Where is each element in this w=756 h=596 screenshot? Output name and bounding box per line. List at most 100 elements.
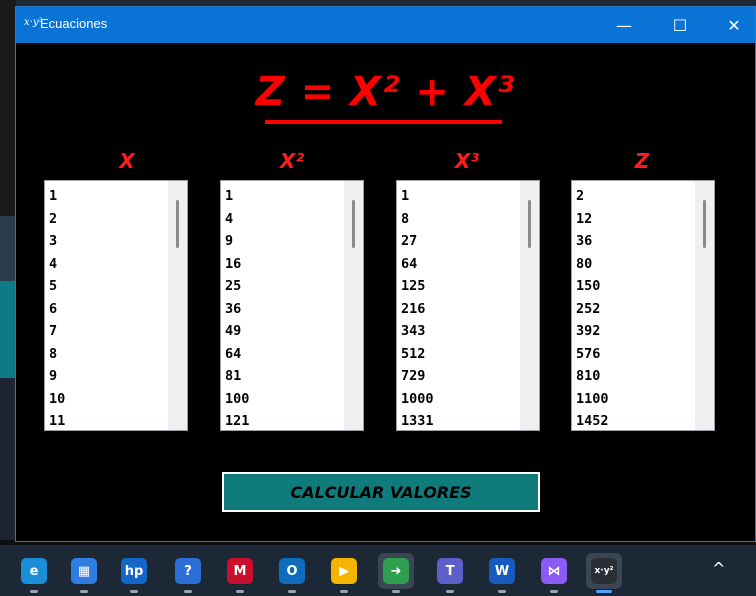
window-title: Ecuaciones	[40, 16, 108, 31]
ecuaciones-app-icon: x·y²	[591, 558, 617, 584]
list-item[interactable]: 25	[225, 275, 249, 298]
list-item[interactable]: 1	[401, 185, 434, 208]
list-item[interactable]: 7	[49, 320, 65, 343]
scroll-thumb[interactable]	[528, 200, 531, 248]
help-icon: ?	[175, 558, 201, 584]
title-bar[interactable]: x·y² Ecuaciones — ☐ ✕	[16, 7, 755, 43]
list-item[interactable]: 6	[49, 298, 65, 321]
list-item[interactable]: 252	[576, 298, 609, 321]
listbox-z-items: 2 12 36 80 150 252 392 576 810 1100 1452	[576, 185, 609, 430]
taskbar-button[interactable]: M	[222, 553, 258, 593]
list-item[interactable]: 5	[49, 275, 65, 298]
mcafee-icon: M	[227, 558, 253, 584]
listbox-x-scrollbar[interactable]	[168, 181, 187, 430]
list-item[interactable]: 2	[49, 208, 65, 231]
list-item[interactable]: 8	[49, 343, 65, 366]
list-item[interactable]: 2	[576, 185, 609, 208]
listbox-x3[interactable]: 1 8 27 64 125 216 343 512 729 1000 1331	[396, 180, 540, 431]
listbox-z-scrollbar[interactable]	[695, 181, 714, 430]
taskbar-button[interactable]: ▶	[326, 553, 362, 593]
list-item[interactable]: 125	[401, 275, 434, 298]
taskbar-button[interactable]: W	[484, 553, 520, 593]
list-item[interactable]: 49	[225, 320, 249, 343]
tray-chevron-icon[interactable]: ^	[712, 559, 725, 578]
taskbar-indicator	[446, 590, 454, 593]
close-button[interactable]: ✕	[711, 7, 756, 43]
scroll-thumb[interactable]	[703, 200, 706, 248]
list-item[interactable]: 100	[225, 388, 249, 411]
list-item[interactable]: 8	[401, 208, 434, 231]
listbox-z[interactable]: 2 12 36 80 150 252 392 576 810 1100 1452	[571, 180, 715, 431]
list-item[interactable]: 80	[576, 253, 609, 276]
list-item[interactable]: 1000	[401, 388, 434, 411]
slides-icon: ▶	[331, 558, 357, 584]
list-item[interactable]: 36	[225, 298, 249, 321]
listbox-x2-scrollbar[interactable]	[344, 181, 363, 430]
app-arrow-icon: ➜	[383, 558, 409, 584]
taskbar-button[interactable]: ?	[170, 553, 206, 593]
list-item[interactable]: 64	[401, 253, 434, 276]
listbox-x3-items: 1 8 27 64 125 216 343 512 729 1000 1331	[401, 185, 434, 430]
list-item[interactable]: 9	[225, 230, 249, 253]
list-item[interactable]: 10	[49, 388, 65, 411]
list-item[interactable]: 12	[576, 208, 609, 231]
taskbar-button[interactable]: ➜	[378, 553, 414, 593]
list-item[interactable]: 1100	[576, 388, 609, 411]
store-icon: ▦	[71, 558, 97, 584]
taskbar-indicator	[80, 590, 88, 593]
myhp-icon: hp	[121, 558, 147, 584]
list-item[interactable]: 1	[225, 185, 249, 208]
scroll-thumb[interactable]	[352, 200, 355, 248]
taskbar-button[interactable]: e	[16, 553, 52, 593]
list-item[interactable]: 343	[401, 320, 434, 343]
list-item[interactable]: 27	[401, 230, 434, 253]
maximize-button[interactable]: ☐	[657, 7, 703, 43]
list-item[interactable]: 1452	[576, 410, 609, 430]
list-item[interactable]: 1331	[401, 410, 434, 430]
taskbar-button[interactable]: O	[274, 553, 310, 593]
list-item[interactable]: 16	[225, 253, 249, 276]
list-item[interactable]: 1	[49, 185, 65, 208]
list-item[interactable]: 576	[576, 343, 609, 366]
list-item[interactable]: 36	[576, 230, 609, 253]
taskbar-indicator	[288, 590, 296, 593]
list-item[interactable]: 9	[49, 365, 65, 388]
listbox-x2[interactable]: 1 4 9 16 25 36 49 64 81 100 121	[220, 180, 364, 431]
taskbar-button[interactable]: x·y²	[586, 553, 622, 593]
list-item[interactable]: 81	[225, 365, 249, 388]
taskbar-indicator	[184, 590, 192, 593]
listbox-x-items: 1 2 3 4 5 6 7 8 9 10 11	[49, 185, 65, 430]
taskbar-indicator	[550, 590, 558, 593]
list-item[interactable]: 392	[576, 320, 609, 343]
taskbar-button[interactable]: hp	[116, 553, 152, 593]
taskbar-indicator	[596, 590, 612, 593]
formula-underline	[265, 120, 502, 124]
list-item[interactable]: 64	[225, 343, 249, 366]
list-item[interactable]: 512	[401, 343, 434, 366]
column-header-x3: X³	[454, 149, 480, 173]
taskbar-indicator	[30, 590, 38, 593]
list-item[interactable]: 729	[401, 365, 434, 388]
list-item[interactable]: 3	[49, 230, 65, 253]
listbox-x3-scrollbar[interactable]	[520, 181, 539, 430]
desktop-background-left	[0, 0, 16, 540]
listbox-x[interactable]: 1 2 3 4 5 6 7 8 9 10 11	[44, 180, 188, 431]
scroll-thumb[interactable]	[176, 200, 179, 248]
list-item[interactable]: 11	[49, 410, 65, 430]
list-item[interactable]: 4	[225, 208, 249, 231]
list-item[interactable]: 121	[225, 410, 249, 430]
ecuaciones-window: x·y² Ecuaciones — ☐ ✕ Z = X² + X³ X X² X…	[15, 6, 756, 542]
taskbar-button[interactable]: ▦	[66, 553, 102, 593]
minimize-icon: —	[616, 15, 632, 35]
taskbar-indicator	[236, 590, 244, 593]
taskbar-button[interactable]: T	[432, 553, 468, 593]
taskbar-button[interactable]: ⋈	[536, 553, 572, 593]
calcular-valores-button[interactable]: CALCULAR VALORES	[222, 472, 540, 512]
list-item[interactable]: 810	[576, 365, 609, 388]
close-icon: ✕	[727, 15, 741, 35]
list-item[interactable]: 4	[49, 253, 65, 276]
minimize-button[interactable]: —	[601, 7, 647, 43]
column-header-x2: X²	[279, 149, 305, 173]
list-item[interactable]: 216	[401, 298, 434, 321]
list-item[interactable]: 150	[576, 275, 609, 298]
